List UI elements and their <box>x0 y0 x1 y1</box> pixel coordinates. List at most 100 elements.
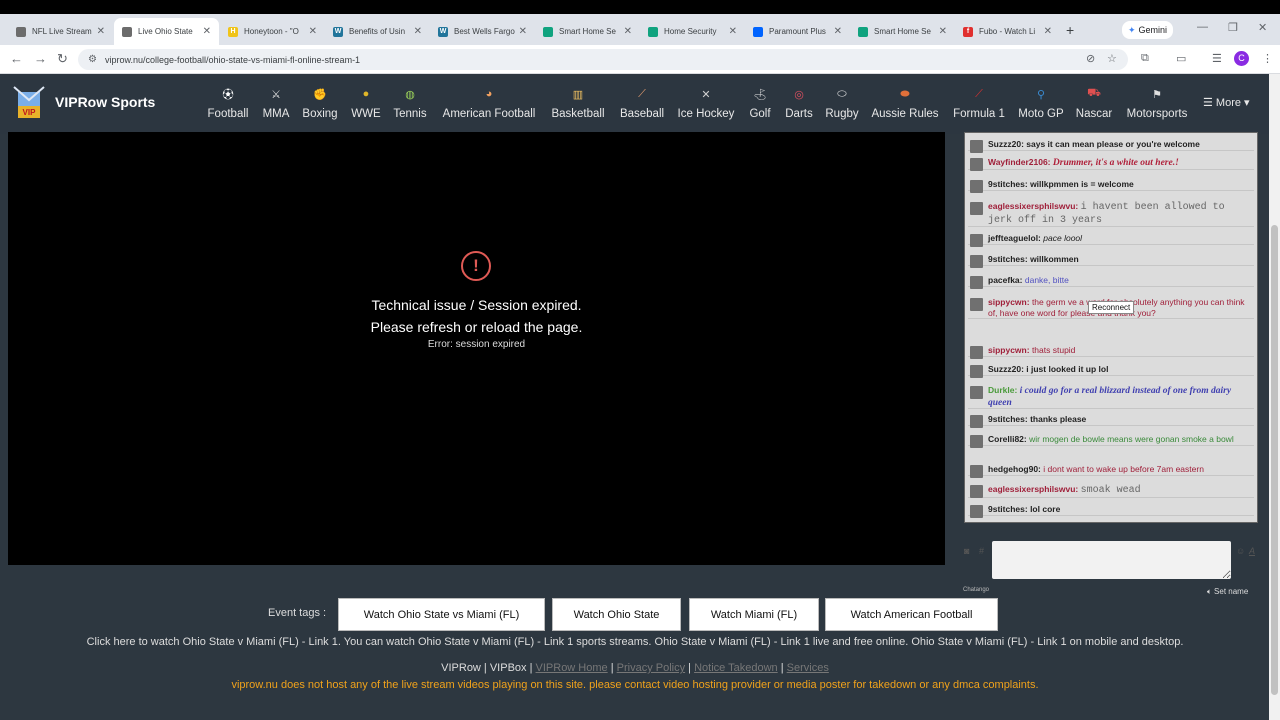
page-scrollbar[interactable] <box>1269 74 1280 720</box>
sport-nav-item[interactable]: ◕ American Football <box>443 84 536 120</box>
chat-message[interactable]: 9stitches: willkommen <box>968 254 1254 268</box>
chat-username[interactable]: 9stitches: <box>988 179 1028 189</box>
chatango-brand[interactable]: Chatango <box>963 587 989 593</box>
chat-username[interactable]: Durkle: <box>988 385 1017 395</box>
chat-username[interactable]: Wayfinder2106: <box>988 157 1051 167</box>
browser-tab[interactable]: H Honeytoon - "O ✕ <box>220 18 325 45</box>
chat-avatar[interactable] <box>970 140 983 153</box>
chat-username[interactable]: 9stitches: <box>988 414 1028 424</box>
chat-username[interactable]: Suzzz20: <box>988 364 1024 374</box>
chat-username[interactable]: 9stitches: <box>988 504 1028 514</box>
sport-nav-item[interactable]: ⚑ Motorsports <box>1117 84 1197 121</box>
tab-close-icon[interactable]: ✕ <box>729 26 737 37</box>
reading-list-icon[interactable]: ☰ <box>1212 52 1222 65</box>
browser-menu-icon[interactable]: ⋮ <box>1262 52 1273 65</box>
chat-message[interactable]: 9stitches: thanks please <box>968 414 1254 428</box>
browser-tab[interactable]: Smart Home Se ✕ <box>850 18 955 45</box>
chat-avatar[interactable] <box>970 276 983 289</box>
chat-username[interactable]: hedgehog90: <box>988 464 1041 474</box>
chat-username[interactable]: eaglessixersphilswvu: <box>988 484 1078 494</box>
chat-avatar[interactable] <box>970 465 983 478</box>
footer-link-home[interactable]: VIPRow Home <box>536 662 608 674</box>
chat-avatar[interactable] <box>970 505 983 518</box>
back-icon[interactable]: ← <box>10 51 23 66</box>
video-player[interactable]: ! Technical issue / Session expired. Ple… <box>8 132 945 565</box>
tab-close-icon[interactable]: ✕ <box>309 26 317 37</box>
chat-username[interactable]: Corelli82: <box>988 434 1027 444</box>
camera-icon[interactable]: ◙ <box>964 546 969 556</box>
browser-tab[interactable]: Paramount Plus ✕ <box>745 18 850 45</box>
footer-link-services[interactable]: Services <box>787 662 829 674</box>
chat-message[interactable]: eaglessixersphilswvu: smoak wead <box>968 484 1254 498</box>
chat-username[interactable]: sippycwn: <box>988 345 1030 355</box>
chat-username[interactable]: sippycwn: <box>988 297 1030 307</box>
more-menu[interactable]: ☰ More ▾ <box>1203 96 1250 109</box>
browser-tab[interactable]: Live Ohio State ✕ <box>114 18 219 45</box>
promo-text[interactable]: Click here to watch Ohio State v Miami (… <box>0 636 1270 648</box>
chat-username[interactable]: Suzzz20: <box>988 139 1024 149</box>
browser-tab[interactable]: W Benefits of Usin ✕ <box>325 18 430 45</box>
chat-input[interactable] <box>992 541 1231 579</box>
tab-close-icon[interactable]: ✕ <box>624 26 632 37</box>
browser-tab[interactable]: NFL Live Stream ✕ <box>8 18 113 45</box>
scrollbar-thumb[interactable] <box>1271 225 1278 695</box>
hashtag-icon[interactable]: # <box>979 546 984 556</box>
chat-avatar[interactable] <box>970 255 983 268</box>
site-brand[interactable]: VIPRow Sports <box>55 94 155 110</box>
chat-message[interactable]: Durkle: i could go for a real blizzard i… <box>968 385 1254 409</box>
event-tag-button[interactable]: Watch Ohio State <box>552 598 681 631</box>
emoji-icon[interactable]: ☺ <box>1236 546 1245 556</box>
site-info-icon[interactable]: ⚙ <box>88 54 97 65</box>
bookmark-star-icon[interactable]: ☆ <box>1107 52 1117 65</box>
chat-message[interactable]: jeffteaguelol: pace loool <box>968 233 1254 247</box>
browser-tab[interactable]: Smart Home Se ✕ <box>535 18 640 45</box>
tab-close-icon[interactable]: ✕ <box>1044 26 1052 37</box>
chat-message[interactable]: hedgehog90: i dont want to wake up befor… <box>968 464 1254 478</box>
chat-avatar[interactable] <box>970 298 983 311</box>
profile-avatar[interactable]: C <box>1234 51 1249 66</box>
chat-message[interactable]: Suzzz20: i just looked it up lol <box>968 364 1254 378</box>
chat-avatar[interactable] <box>970 485 983 498</box>
close-window-icon[interactable]: ✕ <box>1258 21 1267 34</box>
camera-blocked-icon[interactable]: ⊘ <box>1086 52 1095 65</box>
chat-username[interactable]: jeffteaguelol: <box>988 233 1041 243</box>
address-bar[interactable]: ⚙ viprow.nu/college-football/ohio-state-… <box>78 49 1128 70</box>
event-tag-button[interactable]: Watch Ohio State vs Miami (FL) <box>338 598 545 631</box>
sport-nav-item[interactable]: ⬬ Aussie Rules <box>865 84 945 121</box>
chat-message[interactable]: eaglessixersphilswvu: i havent been allo… <box>968 201 1254 227</box>
reload-icon[interactable]: ↻ <box>57 51 68 67</box>
chat-avatar[interactable] <box>970 415 983 428</box>
chat-avatar[interactable] <box>970 202 983 215</box>
chat-messages[interactable]: Suzzz20: says it can mean please or you'… <box>964 132 1258 523</box>
chat-message[interactable]: Wayfinder2106: Drummer, it's a white out… <box>968 157 1254 171</box>
browser-tab[interactable]: f Fubo - Watch Li ✕ <box>955 18 1060 45</box>
chat-message[interactable]: sippycwn: thats stupid <box>968 345 1254 359</box>
viprow-logo[interactable]: VIP <box>12 84 46 120</box>
tab-close-icon[interactable]: ✕ <box>519 26 527 37</box>
chat-message[interactable]: Corelli82: wir mogen de bowle means were… <box>968 434 1254 448</box>
event-tag-button[interactable]: Watch American Football <box>825 598 998 631</box>
chat-message[interactable]: 9stitches: lol core <box>968 504 1254 518</box>
sport-nav-item[interactable]: ◍ Tennis <box>370 84 450 121</box>
footer-link-takedown[interactable]: Notice Takedown <box>694 662 778 674</box>
chat-avatar[interactable] <box>970 180 983 193</box>
tab-close-icon[interactable]: ✕ <box>97 26 105 37</box>
gemini-button[interactable]: ✦ Gemini <box>1122 21 1174 39</box>
chat-message[interactable]: pacefka: danke, bitte <box>968 275 1254 289</box>
minimize-icon[interactable]: — <box>1197 21 1208 33</box>
set-name-button[interactable]: 🔈︎ Set name <box>1207 587 1248 597</box>
text-style-icon[interactable]: A <box>1249 546 1255 556</box>
maximize-icon[interactable]: ❐ <box>1228 21 1238 34</box>
tab-close-icon[interactable]: ✕ <box>834 26 842 37</box>
chat-username[interactable]: eaglessixersphilswvu: <box>988 201 1078 211</box>
chat-username[interactable]: pacefka: <box>988 275 1023 285</box>
chat-avatar[interactable] <box>970 435 983 448</box>
footer-link-privacy[interactable]: Privacy Policy <box>617 662 685 674</box>
browser-tab[interactable]: W Best Wells Fargo ✕ <box>430 18 535 45</box>
chat-avatar[interactable] <box>970 158 983 171</box>
chat-avatar[interactable] <box>970 386 983 399</box>
chat-avatar[interactable] <box>970 346 983 359</box>
extensions-icon[interactable]: ⧉ <box>1141 52 1149 65</box>
chat-avatar[interactable] <box>970 365 983 378</box>
reconnect-button[interactable]: Reconnect <box>1088 301 1135 314</box>
